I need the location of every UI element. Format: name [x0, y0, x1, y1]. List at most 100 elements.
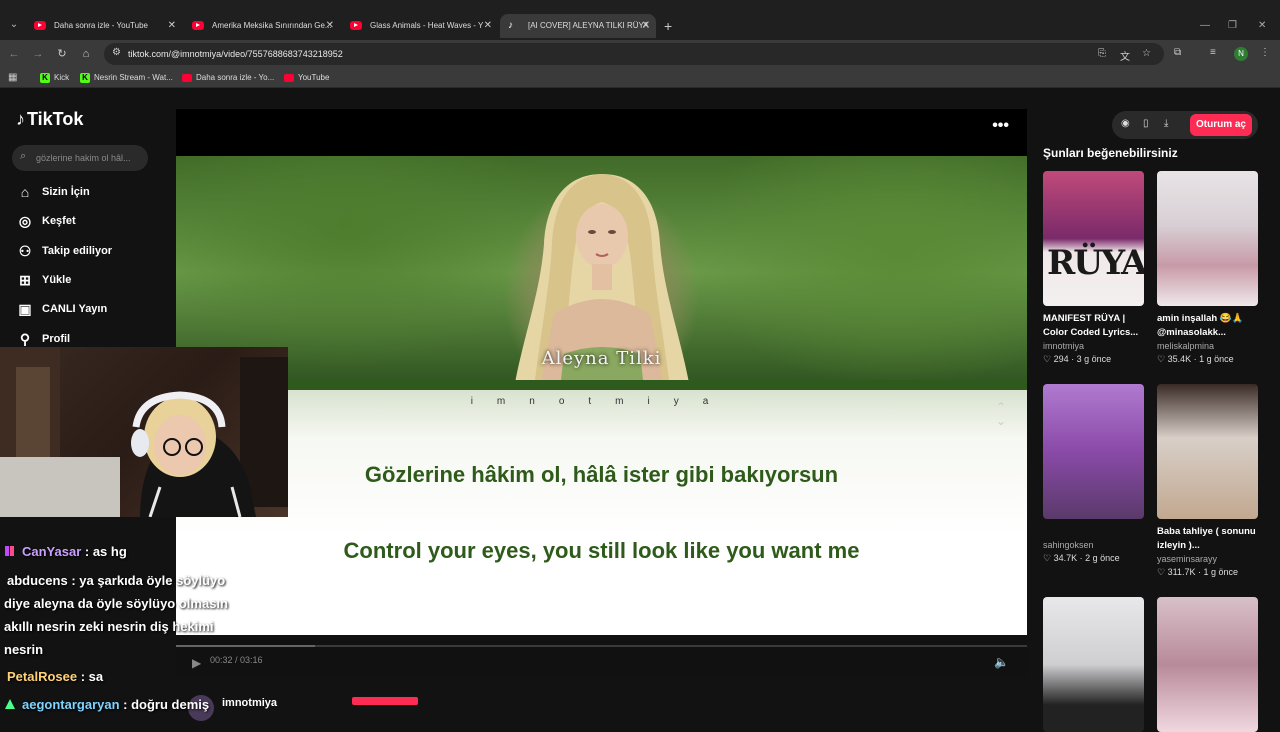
video-thumbnail[interactable] [1157, 384, 1258, 519]
tab-search-chevron-icon[interactable]: ⌄ [6, 17, 22, 33]
nav-label: Keşfet [42, 215, 76, 227]
nav-item-upload[interactable]: ⊞ Yükle [16, 270, 166, 290]
forward-icon[interactable]: → [30, 46, 46, 62]
video-frame[interactable]: Aleyna Tilki [176, 156, 1027, 388]
video-nav-arrows[interactable]: ⌃ ⌄ [991, 400, 1011, 428]
browser-tab[interactable]: Glass Animals - Heat Waves - Y ✕ [342, 14, 498, 38]
bookmark-item[interactable]: Daha sonra izle - Yo... [182, 68, 274, 88]
url-text[interactable]: tiktok.com/@imnotmiya/video/755768868374… [128, 43, 343, 65]
close-window-icon[interactable]: ✕ [1258, 14, 1266, 38]
download-icon[interactable]: ⤓ [1164, 118, 1168, 129]
menu-kebab-icon[interactable]: ⋮ [1260, 47, 1270, 58]
translate-icon[interactable]: 文 [1120, 48, 1130, 63]
recommendation-card[interactable]: RÜYA MANIFEST RÜYA | Color Coded Lyrics.… [1043, 171, 1144, 366]
bookmark-label: YouTube [298, 73, 330, 82]
lyric-turkish: Gözlerine hâkim ol, hâlâ ister gibi bakı… [364, 462, 839, 487]
recommendation-card[interactable] [1043, 597, 1144, 732]
home-icon[interactable]: ⌂ [78, 46, 94, 62]
video-thumbnail[interactable] [1043, 384, 1144, 519]
recommendation-card[interactable]: amin inşallah 😂🙏 @minasolakk... meliskal… [1157, 171, 1258, 366]
install-app-icon[interactable]: ⎘ [1098, 48, 1106, 59]
video-meta: ♡ 294 · 3 g önce [1043, 354, 1112, 364]
apps-grid-icon[interactable]: ▦ [8, 72, 17, 83]
browser-tab[interactable]: Amerika Meksika Sınırından Ge... ✕ [184, 14, 340, 38]
video-caption [1043, 525, 1144, 539]
nav-item-live[interactable]: ▣ CANLI Yayın [16, 299, 166, 319]
recommendation-card[interactable] [1157, 597, 1258, 732]
volume-icon[interactable]: 🔈 [994, 655, 1009, 669]
toolbar: ← → ↻ ⌂ ⚙ tiktok.com/@imnotmiya/video/75… [0, 40, 1280, 68]
reading-list-icon[interactable]: ≡ [1210, 47, 1216, 58]
video-thumbnail[interactable]: RÜYA [1043, 171, 1144, 306]
tab-title: [AI COVER] ALEYNA TILKI RÜYA [528, 21, 649, 30]
chat-message: diye aleyna da öyle söylüyo olmasın [4, 596, 228, 611]
search-icon: ⌕ [20, 150, 27, 162]
logo-text: TikTok [27, 109, 84, 129]
browser-tab[interactable]: Daha sonra izle - YouTube ✕ [26, 14, 182, 38]
device-icon[interactable]: ▯ [1143, 118, 1149, 129]
bookmark-item[interactable]: K Kick [40, 68, 69, 88]
coins-icon[interactable]: ◉ [1121, 118, 1130, 129]
suggestions-title: Şunları beğenebilirsiniz [1043, 146, 1178, 160]
extensions-icon[interactable]: ⧉ [1174, 47, 1181, 58]
recommendation-card[interactable]: sahingoksen ♡ 34.7K · 2 g önce [1043, 384, 1144, 565]
bookmark-label: Kick [54, 73, 70, 82]
chat-message: abducens : ya şarkıda öyle söylüyo [4, 573, 225, 588]
creator-name[interactable]: imnotmiya [222, 697, 277, 709]
search-input[interactable]: ⌕ gözlerine hakim ol hâl... [12, 145, 148, 171]
recommendation-card[interactable]: Baba tahliye ( sonunu izleyin )... yasem… [1157, 384, 1258, 579]
heart-icon: ♡ [1043, 553, 1052, 563]
bookmark-star-icon[interactable]: ☆ [1142, 48, 1151, 59]
close-tab-icon[interactable]: ✕ [168, 14, 176, 38]
tab-strip: ⌄ Daha sonra izle - YouTube ✕ Amerika Me… [0, 12, 1280, 40]
close-tab-icon[interactable]: ✕ [484, 14, 492, 38]
video-player[interactable]: ••• Aleyna Tilki imnotmiya ⌃ ⌄ Gözlerine… [176, 109, 1027, 677]
chevron-up-icon[interactable]: ⌃ [991, 400, 1011, 414]
video-thumbnail[interactable] [1157, 597, 1258, 732]
video-caption: amin inşallah 😂🙏 @minasolakk... [1157, 313, 1244, 338]
youtube-icon [182, 74, 192, 82]
profile-avatar[interactable]: N [1234, 47, 1248, 61]
login-button[interactable]: Oturum aç [1190, 114, 1252, 136]
back-icon[interactable]: ← [6, 46, 22, 62]
compass-icon: ◎ [18, 213, 32, 229]
tab-title: Glass Animals - Heat Waves - Y [370, 21, 484, 30]
youtube-icon [284, 74, 294, 82]
bookmark-item[interactable]: K Nesrin Stream - Wat... [80, 68, 173, 88]
nav-item-for-you[interactable]: ⌂ Sizin İçin [16, 182, 166, 202]
nav-item-profile[interactable]: ⚲ Profil [16, 329, 166, 349]
likes: 294 [1053, 354, 1069, 364]
youtube-icon [34, 21, 46, 30]
new-tab-icon[interactable]: + [664, 14, 672, 38]
heart-icon: ♡ [1043, 354, 1052, 364]
chevron-down-icon[interactable]: ⌄ [991, 414, 1011, 428]
lyric-english: Control your eyes, you still look like y… [343, 538, 860, 563]
progress-bar[interactable] [176, 645, 1027, 647]
address-bar[interactable]: ⚙ tiktok.com/@imnotmiya/video/7557688683… [104, 43, 1164, 65]
nav-item-explore[interactable]: ◎ Keşfet [16, 211, 166, 231]
close-tab-icon[interactable]: ✕ [326, 14, 334, 38]
video-thumbnail[interactable] [1043, 597, 1144, 732]
site-info-icon[interactable]: ⚙ [112, 47, 121, 58]
restore-icon[interactable]: ❐ [1228, 14, 1237, 38]
video-meta: ♡ 311.7K · 1 g önce [1157, 567, 1238, 577]
chat-user: CanYasar [22, 544, 82, 559]
time-display: 00:32 / 03:16 [210, 655, 263, 665]
reload-icon[interactable]: ↻ [54, 46, 70, 62]
minimize-icon[interactable]: — [1200, 14, 1210, 38]
tiktok-logo[interactable]: ♪ TikTok [16, 109, 83, 130]
bookmark-label: Nesrin Stream - Wat... [94, 73, 173, 82]
nav-label: Sizin İçin [42, 186, 90, 198]
follow-button[interactable] [352, 697, 418, 705]
play-icon[interactable]: ▶ [192, 656, 201, 670]
more-options-icon[interactable]: ••• [992, 117, 1009, 135]
bookmark-item[interactable]: YouTube [284, 68, 329, 88]
close-tab-icon[interactable]: ✕ [642, 14, 650, 38]
nav-item-following[interactable]: ⚇ Takip ediliyor [16, 241, 166, 261]
chat-text: diye aleyna da öyle söylüyo olmasın [4, 596, 228, 611]
browser-tab-active[interactable]: ♪ [AI COVER] ALEYNA TILKI RÜYA ✕ [500, 14, 656, 38]
progress-fill [176, 645, 315, 647]
video-thumbnail[interactable] [1157, 171, 1258, 306]
video-author: meliskalpmina [1157, 341, 1215, 351]
nav-label: Yükle [42, 274, 72, 286]
